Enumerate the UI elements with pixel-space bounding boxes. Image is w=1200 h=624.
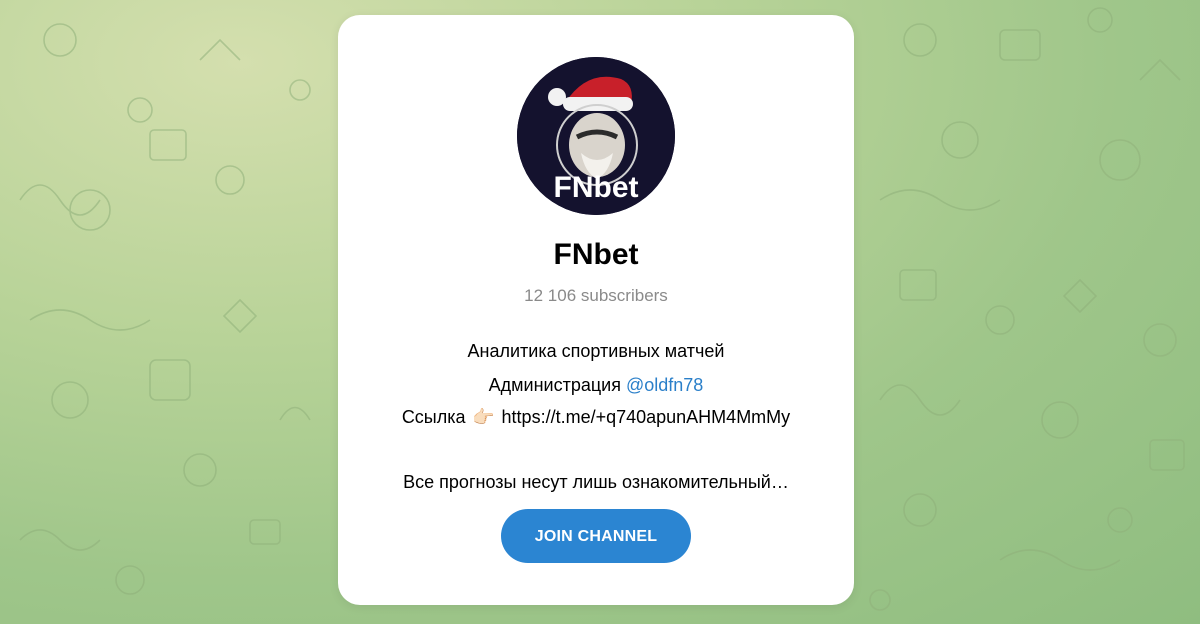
invite-link-text: https://t.me/+q740apunAHM4MmMy [496,407,791,427]
admin-label: Администрация [488,375,626,395]
admin-mention-link[interactable]: @oldfn78 [626,375,703,395]
pointing-hand-emoji: 👉🏻 [472,407,495,427]
description-line-3: Ссылка 👉🏻 https://t.me/+q740apunAHM4MmMy [338,406,854,428]
channel-title: FNbet [553,238,639,271]
link-label: Ссылка [401,407,471,427]
subscriber-count: 12 106 subscribers [524,286,668,305]
channel-preview-card: FNbet FNbet 12 106 subscribers Аналитика… [338,15,854,605]
join-channel-button[interactable]: JOIN CHANNEL [501,509,691,563]
avatar-logo-text: FNbet [554,171,639,204]
description-line-4: Все прогнозы несут лишь ознакомительный… [403,472,789,492]
description-line-1: Аналитика спортивных матчей [467,341,725,361]
channel-avatar: FNbet [517,57,675,215]
description-line-2: Администрация @oldfn78 [338,374,854,396]
